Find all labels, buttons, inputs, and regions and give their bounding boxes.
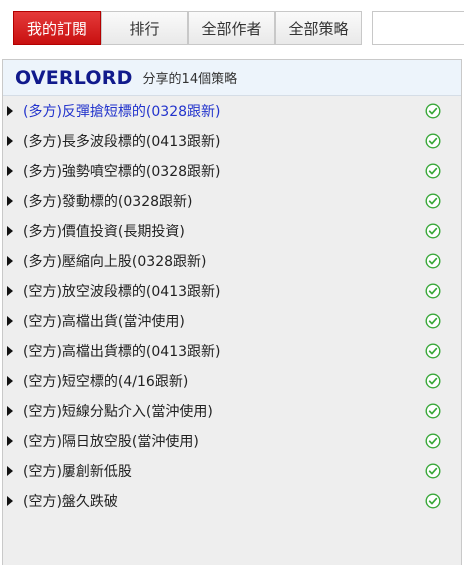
check-circle-icon: [425, 373, 441, 389]
check-circle-icon: [425, 343, 441, 359]
strategy-label[interactable]: (空方)屢創新低股: [23, 461, 132, 481]
search-input[interactable]: [372, 11, 464, 45]
strategy-row[interactable]: (空方)高檔出貨標的(0413跟新): [3, 336, 461, 366]
tab-all-strategies[interactable]: 全部策略: [275, 11, 362, 45]
strategy-label[interactable]: (多方)壓縮向上股(0328跟新): [23, 251, 206, 271]
check-circle-icon: [425, 283, 441, 299]
tab-my-subscriptions[interactable]: 我的訂閱: [13, 11, 101, 45]
strategy-label[interactable]: (多方)強勢噴空標的(0328跟新): [23, 161, 220, 181]
tab-ranking[interactable]: 排行: [101, 11, 188, 45]
strategy-row[interactable]: (多方)反彈搶短標的(0328跟新): [3, 96, 461, 126]
strategy-row[interactable]: (空方)隔日放空股(當沖使用): [3, 426, 461, 456]
strategy-row[interactable]: (空方)高檔出貨(當沖使用): [3, 306, 461, 336]
strategy-row[interactable]: (多方)壓縮向上股(0328跟新): [3, 246, 461, 276]
strategy-label[interactable]: (空方)放空波段標的(0413跟新): [23, 281, 220, 301]
strategy-label[interactable]: (多方)價值投資(長期投資): [23, 221, 185, 241]
strategy-label[interactable]: (多方)反彈搶短標的(0328跟新): [23, 101, 220, 121]
triangle-right-icon[interactable]: [7, 226, 13, 236]
triangle-right-icon[interactable]: [7, 166, 13, 176]
check-circle-icon: [425, 313, 441, 329]
share-count: 分享的14個策略: [142, 72, 238, 87]
tab-all-authors[interactable]: 全部作者: [188, 11, 275, 45]
strategy-row[interactable]: (多方)強勢噴空標的(0328跟新): [3, 156, 461, 186]
strategy-row[interactable]: (空方)短線分點介入(當沖使用): [3, 396, 461, 426]
check-circle-icon: [425, 193, 441, 209]
strategy-label[interactable]: (空方)高檔出貨標的(0413跟新): [23, 341, 220, 361]
check-circle-icon: [425, 493, 441, 509]
strategy-label[interactable]: (多方)發動標的(0328跟新): [23, 191, 192, 211]
triangle-right-icon[interactable]: [7, 376, 13, 386]
triangle-right-icon[interactable]: [7, 346, 13, 356]
triangle-right-icon[interactable]: [7, 136, 13, 146]
triangle-right-icon[interactable]: [7, 496, 13, 506]
triangle-right-icon[interactable]: [7, 436, 13, 446]
check-circle-icon: [425, 133, 441, 149]
check-circle-icon: [425, 223, 441, 239]
strategy-row[interactable]: (多方)長多波段標的(0413跟新): [3, 126, 461, 156]
triangle-right-icon[interactable]: [7, 256, 13, 266]
triangle-right-icon[interactable]: [7, 286, 13, 296]
check-circle-icon: [425, 403, 441, 419]
strategy-row[interactable]: (空方)屢創新低股: [3, 456, 461, 486]
check-circle-icon: [425, 163, 441, 179]
strategy-row[interactable]: (空方)短空標的(4/16跟新): [3, 366, 461, 396]
triangle-right-icon[interactable]: [7, 316, 13, 326]
check-circle-icon: [425, 463, 441, 479]
strategy-label[interactable]: (空方)隔日放空股(當沖使用): [23, 431, 199, 451]
check-circle-icon: [425, 253, 441, 269]
triangle-right-icon[interactable]: [7, 106, 13, 116]
strategy-label[interactable]: (空方)短線分點介入(當沖使用): [23, 401, 213, 421]
triangle-right-icon[interactable]: [7, 406, 13, 416]
strategy-panel: OVERLORD 分享的14個策略 (多方)反彈搶短標的(0328跟新) (多方)…: [2, 59, 462, 565]
check-circle-icon: [425, 433, 441, 449]
strategy-label[interactable]: (空方)盤久跌破: [23, 491, 118, 511]
panel-header: OVERLORD 分享的14個策略: [3, 60, 461, 96]
triangle-right-icon[interactable]: [7, 196, 13, 206]
triangle-right-icon[interactable]: [7, 466, 13, 476]
top-tab-bar: 我的訂閱 排行 全部作者 全部策略: [0, 0, 464, 56]
strategy-row[interactable]: (空方)放空波段標的(0413跟新): [3, 276, 461, 306]
strategy-label[interactable]: (多方)長多波段標的(0413跟新): [23, 131, 220, 151]
strategy-label[interactable]: (空方)短空標的(4/16跟新): [23, 371, 188, 391]
author-name: OVERLORD: [15, 66, 133, 89]
strategy-list: (多方)反彈搶短標的(0328跟新) (多方)長多波段標的(0413跟新) (多方)…: [3, 96, 461, 516]
strategy-row[interactable]: (多方)價值投資(長期投資): [3, 216, 461, 246]
strategy-label[interactable]: (空方)高檔出貨(當沖使用): [23, 311, 185, 331]
strategy-row[interactable]: (空方)盤久跌破: [3, 486, 461, 516]
check-circle-icon: [425, 103, 441, 119]
strategy-row[interactable]: (多方)發動標的(0328跟新): [3, 186, 461, 216]
